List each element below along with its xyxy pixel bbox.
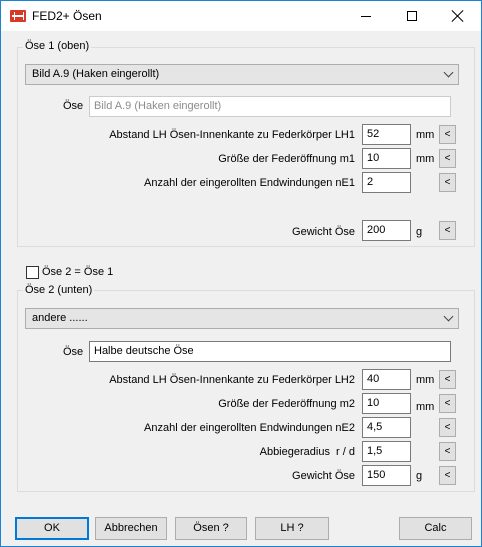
weight1-side-button[interactable]: < <box>439 221 456 240</box>
cancel-button[interactable]: Abbrechen <box>95 517 167 540</box>
same-oese-label: Öse 2 = Öse 1 <box>42 266 114 278</box>
lh2-input[interactable]: 40 <box>362 369 411 390</box>
weight2-label: Gewicht Öse <box>292 470 355 482</box>
bend-radius-side-button[interactable]: < <box>439 442 456 461</box>
weight1-label: Gewicht Öse <box>292 226 355 238</box>
app-spring-icon <box>10 10 26 22</box>
oesen-help-button[interactable]: Ösen ? <box>175 517 247 540</box>
bend-radius-label: Abbiegeradius r / d <box>259 446 355 458</box>
ne2-side-button[interactable]: < <box>439 418 456 437</box>
oese2-name-field[interactable]: Halbe deutsche Öse <box>89 341 451 362</box>
ok-button[interactable]: OK <box>15 517 89 540</box>
chevron-down-icon <box>443 311 454 322</box>
chevron-down-icon <box>443 67 454 78</box>
window-title: FED2+ Ösen <box>32 9 102 23</box>
oese1-name-field[interactable]: Bild A.9 (Haken eingerollt) <box>89 96 451 117</box>
lh2-label: Abstand LH Ösen-Innenkante zu Federkörpe… <box>109 374 355 386</box>
weight1-unit: g <box>416 226 423 238</box>
lh1-input[interactable]: 52 <box>362 124 411 145</box>
group-oese1-label: Öse 1 (oben) <box>23 40 92 52</box>
oese1-type-value: Bild A.9 (Haken eingerollt) <box>32 68 160 80</box>
oese2-type-select[interactable]: andere ...... <box>25 308 459 329</box>
m1-label: Größe der Federöffnung m1 <box>218 153 355 165</box>
weight2-input[interactable]: 150 <box>362 465 411 486</box>
maximize-icon <box>407 11 417 21</box>
weight1-input[interactable]: 200 <box>362 220 411 241</box>
oese1-type-select[interactable]: Bild A.9 (Haken eingerollt) <box>25 64 459 85</box>
title-bar: FED2+ Ösen <box>1 1 481 31</box>
maximize-button[interactable] <box>389 1 435 31</box>
ne1-label: Anzahl der eingerollten Endwindungen nE1 <box>144 177 355 189</box>
weight2-side-button[interactable]: < <box>439 466 456 485</box>
m2-input[interactable]: 10 <box>362 393 411 414</box>
m1-side-button[interactable]: < <box>439 149 456 168</box>
lh-help-button[interactable]: LH ? <box>255 517 329 540</box>
ne1-input[interactable]: 2 <box>362 172 411 193</box>
lh1-side-button[interactable]: < <box>439 125 456 144</box>
bend-radius-input[interactable]: 1,5 <box>362 441 411 462</box>
oese2-name-label: Öse <box>63 346 84 358</box>
lh2-side-button[interactable]: < <box>439 370 456 389</box>
m2-side-button[interactable]: < <box>439 394 456 413</box>
weight2-unit: g <box>416 470 423 482</box>
lh1-unit: mm <box>416 129 435 141</box>
dialog-window: FED2+ Ösen Öse 1 (oben) Bild A.9 (Haken … <box>0 0 482 547</box>
group-oese2-label: Öse 2 (unten) <box>23 284 95 296</box>
oese2-type-value: andere ...... <box>32 312 88 324</box>
m1-input[interactable]: 10 <box>362 148 411 169</box>
calc-button[interactable]: Calc <box>399 517 472 540</box>
minimize-button[interactable] <box>343 1 389 31</box>
lh1-label: Abstand LH Ösen-Innenkante zu Federkörpe… <box>109 129 355 141</box>
oese1-name-label: Öse <box>63 100 84 112</box>
ne2-label: Anzahl der eingerollten Endwindungen nE2 <box>144 422 355 434</box>
m1-unit: mm <box>416 153 435 165</box>
m2-label: Größe der Federöffnung m2 <box>218 398 355 410</box>
m2-unit: mm <box>416 401 435 413</box>
ne1-side-button[interactable]: < <box>439 173 456 192</box>
ne2-input[interactable]: 4,5 <box>362 417 411 438</box>
close-button[interactable] <box>435 1 481 31</box>
close-icon <box>452 10 464 22</box>
lh2-unit: mm <box>416 374 435 386</box>
minimize-icon <box>361 15 371 17</box>
same-oese-checkbox[interactable] <box>26 266 39 279</box>
